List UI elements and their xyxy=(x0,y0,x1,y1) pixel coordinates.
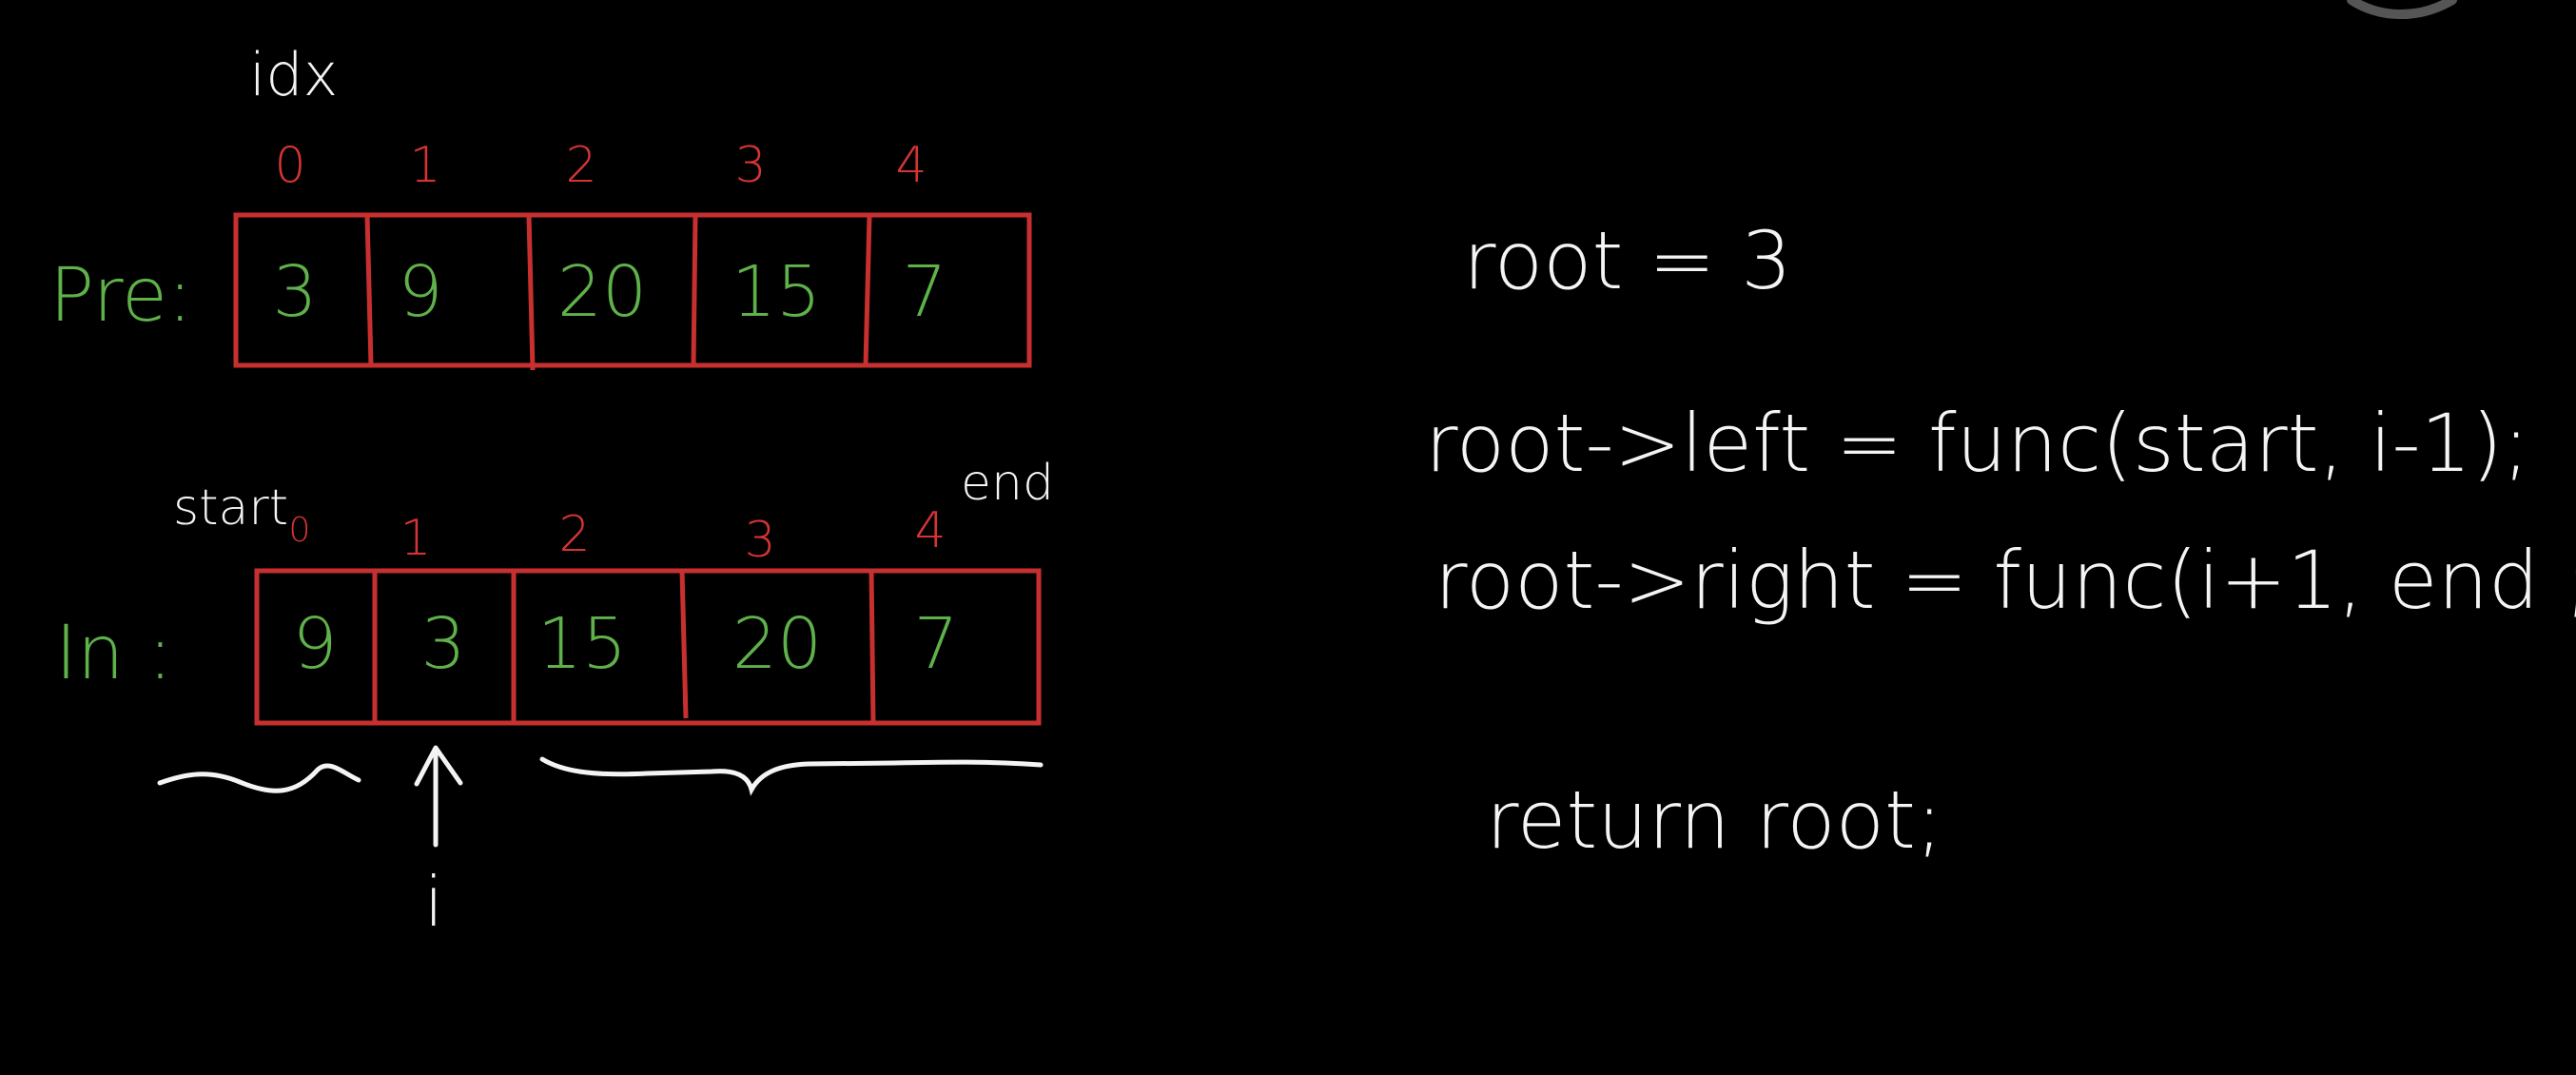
watermark-circle-icon xyxy=(2347,0,2457,20)
drawing-canvas: idx Pre: 0 1 2 3 4 3 9 20 15 7 start end… xyxy=(0,0,2576,1075)
